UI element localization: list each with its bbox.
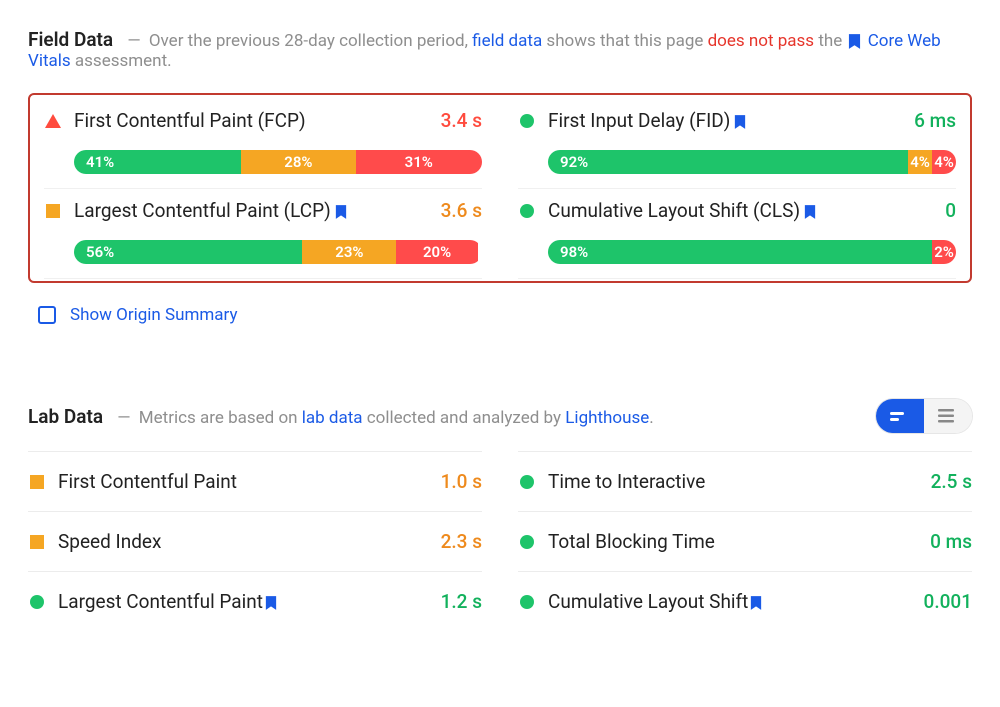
field-data-title: Field Data — [28, 28, 113, 51]
dist-poor-segment: 31% — [356, 150, 482, 174]
dash-separator: — — [127, 31, 140, 51]
status-orange-icon — [28, 535, 46, 549]
lab-intro-text-2: collected and analyzed by — [367, 408, 561, 428]
field-metric-card: Cumulative Layout Shift (CLS) 0 98%2% — [518, 189, 956, 279]
show-origin-summary-row[interactable]: Show Origin Summary — [38, 305, 972, 325]
dist-needs-improvement-segment: 23% — [302, 240, 396, 264]
metric-value: 3.6 s — [441, 199, 482, 222]
metric-name: Time to Interactive — [548, 470, 705, 493]
lab-metric-row: Speed Index 2.3 s — [28, 511, 482, 571]
metric-value: 2.5 s — [931, 470, 972, 493]
status-green-icon — [518, 595, 536, 609]
metric-value: 6 ms — [914, 109, 956, 132]
metric-name: Speed Index — [58, 530, 161, 553]
metric-name: First Contentful Paint (FCP) — [74, 109, 306, 132]
view-toggle-list-button[interactable] — [924, 399, 972, 433]
metric-value: 1.0 s — [441, 470, 482, 493]
distribution-bar: 92%4%4% — [548, 150, 956, 174]
field-intro-text-4: assessment. — [75, 51, 172, 71]
field-intro-text-3: the — [818, 31, 842, 51]
metric-name: First Contentful Paint — [58, 470, 237, 493]
lab-data-title: Lab Data — [28, 405, 103, 428]
metric-value: 2.3 s — [441, 530, 482, 553]
field-data-intro: Field Data — Over the previous 28-day co… — [28, 28, 972, 71]
dist-needs-improvement-segment: 28% — [241, 150, 355, 174]
dist-needs-improvement-segment: 4% — [908, 150, 932, 174]
field-metric-card: Largest Contentful Paint (LCP) 3.6 s 56%23… — [44, 189, 482, 279]
distribution-bar: 41%28%31% — [74, 150, 482, 174]
status-green-icon — [518, 114, 536, 128]
metric-name: Total Blocking Time — [548, 530, 715, 553]
lab-data-link[interactable]: lab data — [302, 408, 363, 428]
lab-metric-row: Total Blocking Time 0 ms — [518, 511, 972, 571]
status-orange-icon — [44, 204, 62, 218]
status-orange-icon — [28, 475, 46, 489]
dist-good-segment: 56% — [74, 240, 302, 264]
status-green-icon — [518, 204, 536, 218]
field-metric-card: First Contentful Paint (FCP) 3.4 s 41%28%3… — [44, 99, 482, 189]
field-intro-text-2: shows that this page — [546, 31, 703, 51]
lab-metric-row: Time to Interactive 2.5 s — [518, 451, 972, 511]
status-green-icon — [28, 595, 46, 609]
distribution-bar: 98%2% — [548, 240, 956, 264]
lab-intro-text-1: Metrics are based on — [139, 408, 298, 428]
metric-value: 0 — [945, 199, 956, 222]
origin-summary-label: Show Origin Summary — [70, 305, 238, 325]
origin-summary-checkbox[interactable] — [38, 306, 56, 324]
status-green-icon — [518, 475, 536, 489]
dash-separator: — — [117, 408, 130, 428]
field-metrics-panel: First Contentful Paint (FCP)3.4 s41%28%3… — [28, 93, 972, 283]
view-toggle-chart-button[interactable] — [876, 399, 924, 433]
dist-good-segment: 41% — [74, 150, 241, 174]
status-red-icon — [44, 114, 62, 128]
period: . — [649, 408, 653, 428]
status-green-icon — [518, 535, 536, 549]
bookmark-icon — [734, 115, 746, 129]
dist-poor-segment: 2% — [932, 240, 956, 264]
field-intro-text-1: Over the previous 28-day collection peri… — [149, 31, 468, 51]
assessment-fail-text: does not pass — [708, 31, 815, 51]
lab-metric-row: Largest Contentful Paint 1.2 s — [28, 571, 482, 631]
metric-name: Cumulative Layout Shift — [548, 590, 764, 613]
metric-name: Largest Contentful Paint — [58, 590, 279, 613]
lab-metric-row: Cumulative Layout Shift 0.001 — [518, 571, 972, 631]
dist-good-segment: 92% — [548, 150, 908, 174]
metric-name: Cumulative Layout Shift (CLS) — [548, 199, 818, 222]
lab-metric-row: First Contentful Paint 1.0 s — [28, 451, 482, 511]
bookmark-icon — [750, 596, 762, 610]
metric-value: 0 ms — [930, 530, 972, 553]
lighthouse-link[interactable]: Lighthouse — [565, 408, 649, 428]
metric-name: First Input Delay (FID) — [548, 109, 748, 132]
dist-poor-segment: 20% — [396, 240, 478, 264]
metric-value: 3.4 s — [441, 109, 482, 132]
dist-good-segment: 98% — [548, 240, 932, 264]
bookmark-icon — [265, 596, 277, 610]
bookmark-icon — [335, 205, 347, 219]
distribution-bar: 56%23%20% — [74, 240, 482, 264]
field-data-link[interactable]: field data — [472, 31, 542, 51]
metric-value: 0.001 — [924, 590, 972, 613]
field-metric-card: First Input Delay (FID)6 ms92%4%4% — [518, 99, 956, 189]
lab-data-header: Lab Data — Metrics are based on lab data… — [28, 399, 972, 433]
metric-name: Largest Contentful Paint (LCP) — [74, 199, 349, 222]
dist-poor-segment: 4% — [932, 150, 956, 174]
bookmark-icon — [848, 34, 861, 49]
view-toggle — [876, 399, 972, 433]
bookmark-icon — [804, 205, 816, 219]
metric-value: 1.2 s — [441, 590, 482, 613]
